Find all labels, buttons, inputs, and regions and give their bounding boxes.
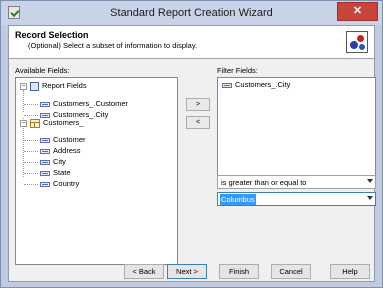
filter-item-customers-city[interactable]: Customers_.City	[222, 80, 290, 90]
tree-item-label: Country	[53, 179, 80, 188]
filter-fields-list[interactable]: Customers_.City	[217, 77, 376, 189]
header-panel: Record Selection (Optional) Select a sub…	[9, 26, 374, 59]
filter-fields-label: Filter Fields:	[217, 66, 258, 75]
page-title: Record Selection	[15, 30, 89, 40]
chevron-down-icon[interactable]	[367, 179, 373, 183]
tree-item-state[interactable]: State	[40, 168, 71, 178]
filter-item-label: Customers_.City	[235, 80, 291, 89]
tree-item-customers-customer[interactable]: Customers_.Customer	[40, 99, 128, 109]
page-subtitle: (Optional) Select a subset of informatio…	[28, 41, 198, 50]
expander-report-fields[interactable]: −	[20, 83, 27, 90]
tree-item-label: Address	[53, 146, 81, 155]
field-icon	[222, 82, 232, 88]
tree-item-label: State	[53, 168, 71, 177]
title-bar[interactable]: Standard Report Creation Wizard ✕	[1, 1, 382, 25]
field-icon	[40, 137, 50, 143]
finish-button[interactable]: Finish	[219, 264, 259, 279]
tree-item-label: Customers_.Customer	[53, 99, 129, 108]
tree-node-label: Customers_	[43, 118, 84, 127]
tree-item-label: Customer	[53, 135, 86, 144]
next-button[interactable]: Next >	[167, 264, 207, 279]
tree-item-label: City	[53, 157, 66, 166]
report-fields-icon	[30, 81, 39, 91]
add-filter-button[interactable]: >	[186, 98, 210, 111]
tree-node-label: Report Fields	[42, 81, 87, 90]
back-button[interactable]: < Back	[124, 264, 164, 279]
wizard-logo-icon	[346, 31, 368, 53]
window-title: Standard Report Creation Wizard	[110, 7, 273, 19]
help-button[interactable]: Help	[330, 264, 370, 279]
expander-customers-table[interactable]: −	[20, 120, 27, 127]
field-icon	[40, 148, 50, 154]
field-icon	[40, 101, 50, 107]
tree-item-city[interactable]: City	[40, 157, 66, 167]
tree-item-customer[interactable]: Customer	[40, 135, 86, 145]
filter-value-text[interactable]: Columbus	[220, 194, 256, 205]
table-icon	[30, 118, 40, 128]
tree-node-report-fields[interactable]: Report Fields	[30, 81, 87, 91]
dialog-client-area: Record Selection (Optional) Select a sub…	[8, 25, 376, 282]
field-icon	[40, 159, 50, 165]
field-icon	[40, 181, 50, 187]
wizard-window: Standard Report Creation Wizard ✕ Record…	[0, 0, 383, 288]
tree-item-address[interactable]: Address	[40, 146, 81, 156]
field-icon	[40, 170, 50, 176]
close-button[interactable]: ✕	[337, 2, 378, 21]
available-fields-label: Available Fields:	[15, 66, 70, 75]
field-icon	[40, 112, 50, 118]
operator-dropdown[interactable]: is greater than or equal to	[217, 175, 376, 189]
available-fields-tree[interactable]: − Report Fields Customers_.Customer Cust…	[15, 77, 178, 265]
cancel-button[interactable]: Cancel	[271, 264, 311, 279]
tree-node-customers-table[interactable]: Customers_	[30, 118, 83, 128]
tree-item-country[interactable]: Country	[40, 179, 79, 189]
filter-value-combobox[interactable]: Columbus	[217, 192, 376, 206]
operator-value: is greater than or equal to	[221, 178, 307, 187]
chevron-down-icon[interactable]	[367, 196, 373, 200]
remove-filter-button[interactable]: <	[186, 116, 210, 129]
